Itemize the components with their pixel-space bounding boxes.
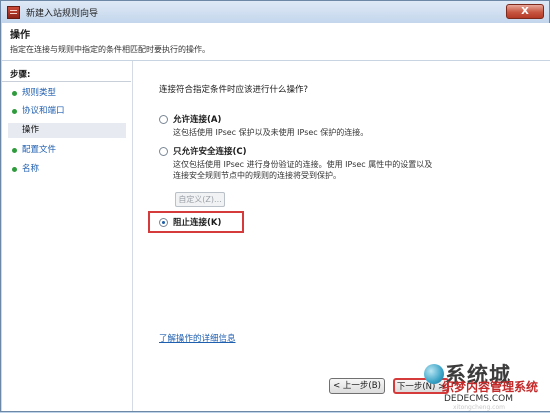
step-profile[interactable]: 配置文件	[8, 143, 126, 158]
customize-button[interactable]: 自定义(Z)...	[175, 192, 225, 207]
steps-sidebar: 步骤: 规则类型 协议和端口 操作 配置文件 名称	[2, 61, 133, 411]
watermark-logo-icon	[424, 364, 444, 384]
block-connection-radio[interactable]	[159, 218, 168, 227]
watermark-site: DEDECMS.COM	[444, 394, 513, 404]
action-question: 连接符合指定条件时应该进行什么操作?	[159, 85, 309, 95]
page-title: 操作	[10, 30, 30, 41]
back-button[interactable]: < 上一步(B)	[329, 378, 385, 394]
steps-heading: 步骤:	[2, 68, 131, 82]
step-name[interactable]: 名称	[8, 162, 126, 177]
watermark: 系统城 织梦内容管理系统 DEDECMS.COM xitongcheng.com	[389, 356, 549, 413]
allow-secure-desc: 这仅包括使用 IPsec 进行身份验证的连接。使用 IPsec 属性中的设置以及…	[173, 160, 433, 180]
title-bar[interactable]: 新建入站规则向导 X	[1, 1, 549, 23]
step-protocol-ports[interactable]: 协议和端口	[8, 104, 126, 119]
page-description: 指定在连接与规则中指定的条件相匹配时要执行的操作。	[10, 45, 210, 54]
block-connection-label[interactable]: 阻止连接(K)	[173, 216, 221, 228]
allow-secure-label[interactable]: 只允许安全连接(C)	[173, 145, 247, 157]
learn-more-link[interactable]: 了解操作的详细信息	[159, 332, 236, 344]
allow-connection-desc: 这包括使用 IPsec 保护以及未使用 IPsec 保护的连接。	[173, 128, 369, 137]
step-action[interactable]: 操作	[8, 123, 126, 138]
allow-connection-radio[interactable]	[159, 115, 168, 124]
firewall-icon	[7, 5, 20, 19]
allow-connection-label[interactable]: 允许连接(A)	[173, 113, 221, 125]
wizard-window: 新建入站规则向导 X 操作 指定在连接与规则中指定的条件相匹配时要执行的操作。 …	[0, 0, 550, 412]
step-rule-type[interactable]: 规则类型	[8, 86, 126, 101]
close-button[interactable]: X	[506, 4, 544, 19]
watermark-small: xitongcheng.com	[453, 404, 505, 411]
wizard-header: 操作 指定在连接与规则中指定的条件相匹配时要执行的操作。	[2, 23, 550, 61]
watermark-red-text: 织梦内容管理系统	[442, 380, 539, 394]
window-title: 新建入站规则向导	[26, 8, 99, 19]
allow-secure-radio[interactable]	[159, 147, 168, 156]
